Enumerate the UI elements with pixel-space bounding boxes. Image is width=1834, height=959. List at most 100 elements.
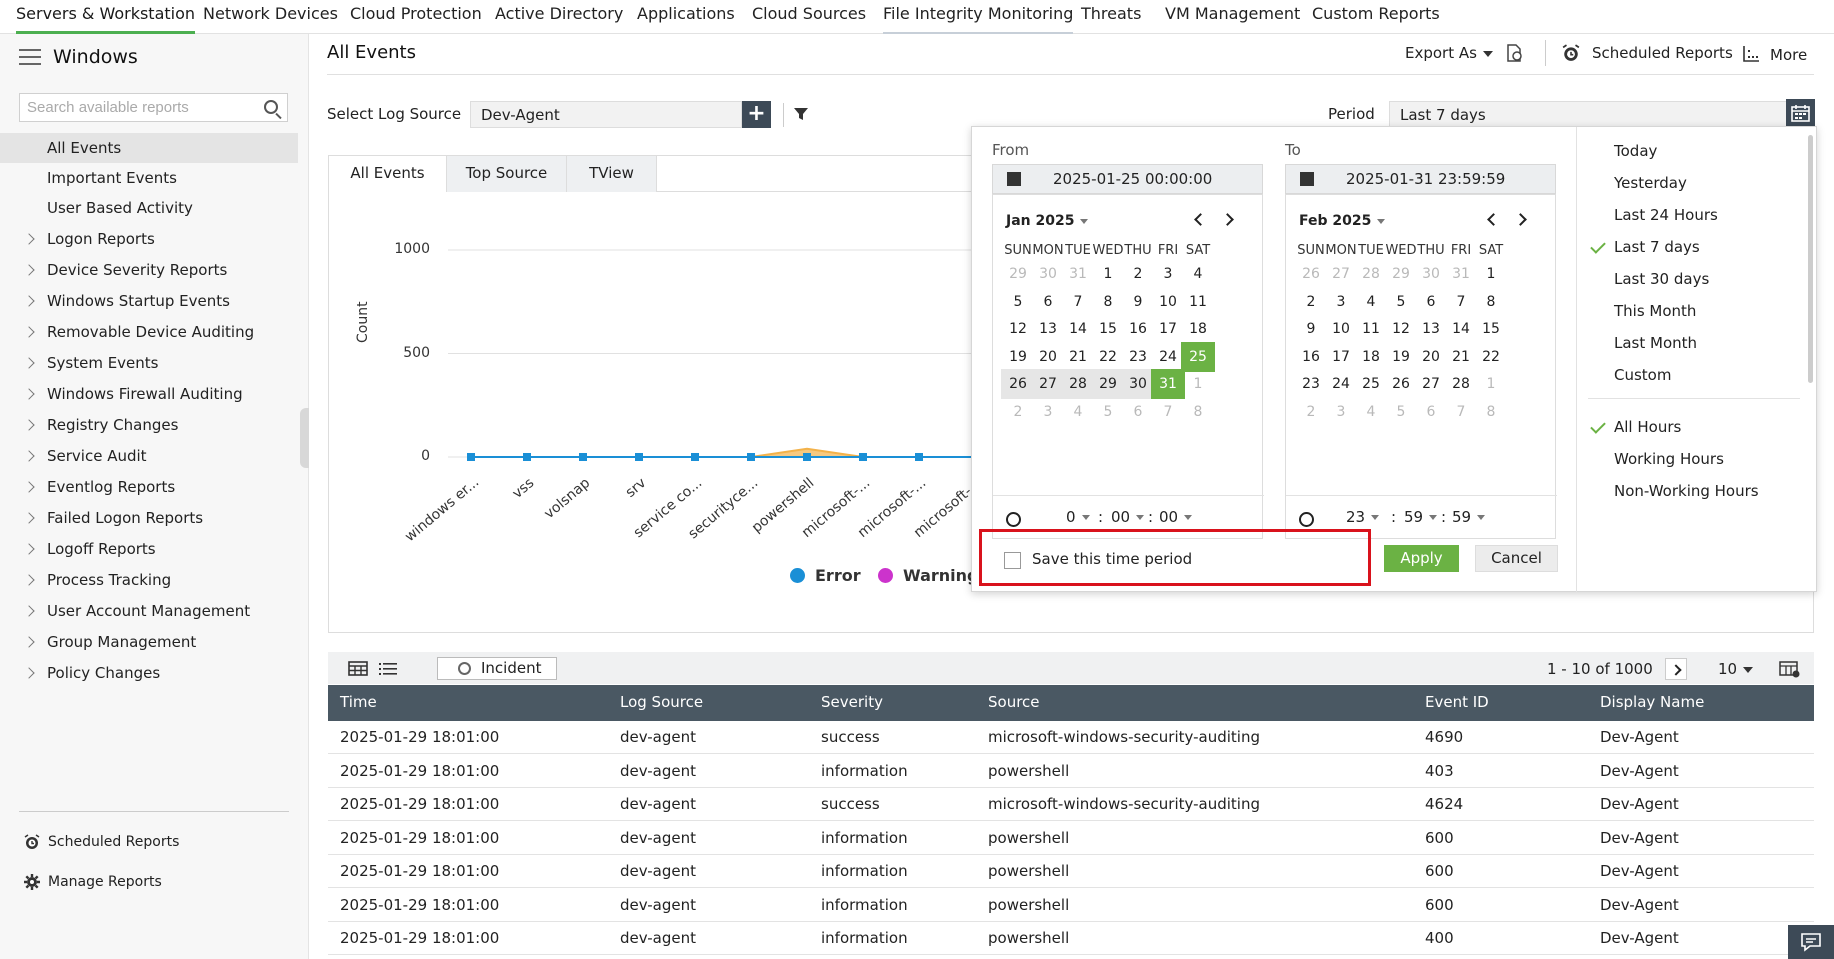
page-size-select[interactable]: 10: [1718, 660, 1754, 678]
preset-scrollbar[interactable]: [1808, 135, 1813, 383]
from-second-select[interactable]: 00: [1159, 508, 1193, 526]
table-row[interactable]: 2025-01-29 18:01:00 dev-agent success micro…: [328, 721, 1814, 754]
calendar-day[interactable]: 3: [1324, 287, 1358, 317]
chat-button[interactable]: [1788, 925, 1834, 959]
calendar-day[interactable]: 29: [1384, 259, 1418, 289]
calendar-day[interactable]: 6: [1414, 397, 1448, 427]
table-row[interactable]: 2025-01-29 18:01:00 dev-agent information p…: [328, 889, 1814, 922]
calendar-day[interactable]: 31: [1061, 259, 1095, 289]
calendar-day[interactable]: 27: [1414, 369, 1448, 399]
calendar-day[interactable]: 12: [1001, 314, 1035, 344]
hour-filter-all-hours[interactable]: All Hours: [1614, 418, 1681, 436]
table-row[interactable]: 2025-01-29 18:01:00 dev-agent success micro…: [328, 788, 1814, 821]
preset-custom[interactable]: Custom: [1614, 366, 1671, 384]
calendar-day[interactable]: 28: [1444, 369, 1478, 399]
calendar-day[interactable]: 26: [1294, 259, 1328, 289]
calendar-day[interactable]: 5: [1384, 397, 1418, 427]
calendar-day[interactable]: 29: [1001, 259, 1035, 289]
calendar-day[interactable]: 28: [1354, 259, 1388, 289]
col-source[interactable]: Source: [988, 693, 1040, 711]
from-hour-select[interactable]: 0: [1066, 508, 1090, 526]
calendar-day[interactable]: 20: [1414, 342, 1448, 372]
calendar-day[interactable]: 30: [1031, 259, 1065, 289]
calendar-day[interactable]: 7: [1061, 287, 1095, 317]
calendar-day[interactable]: 1: [1474, 369, 1508, 399]
col-event-id[interactable]: Event ID: [1425, 693, 1489, 711]
calendar-day[interactable]: 17: [1324, 342, 1358, 372]
preset-today[interactable]: Today: [1614, 142, 1657, 160]
to-month-select[interactable]: Feb 2025: [1299, 213, 1386, 229]
calendar-day[interactable]: 2: [1294, 287, 1328, 317]
calendar-day[interactable]: 11: [1181, 287, 1215, 317]
calendar-day[interactable]: 2: [1121, 259, 1155, 289]
calendar-day[interactable]: 28: [1061, 369, 1095, 399]
next-month-icon[interactable]: [1221, 213, 1234, 226]
calendar-day[interactable]: 16: [1121, 314, 1155, 344]
calendar-day[interactable]: 9: [1294, 314, 1328, 344]
calendar-day[interactable]: 6: [1121, 397, 1155, 427]
calendar-day[interactable]: 16: [1294, 342, 1328, 372]
prev-month-icon[interactable]: [1487, 213, 1500, 226]
calendar-day[interactable]: 7: [1444, 397, 1478, 427]
calendar-day[interactable]: 8: [1091, 287, 1125, 317]
calendar-day[interactable]: 22: [1474, 342, 1508, 372]
next-page-button[interactable]: [1665, 658, 1687, 680]
calendar-day[interactable]: 9: [1121, 287, 1155, 317]
calendar-day[interactable]: 2: [1001, 397, 1035, 427]
calendar-day[interactable]: 30: [1121, 369, 1155, 399]
col-display-name[interactable]: Display Name: [1600, 693, 1704, 711]
calendar-day[interactable]: 15: [1474, 314, 1508, 344]
calendar-day[interactable]: 30: [1414, 259, 1448, 289]
calendar-day[interactable]: 3: [1324, 397, 1358, 427]
to-hour-select[interactable]: 23: [1346, 508, 1380, 526]
calendar-day[interactable]: 14: [1444, 314, 1478, 344]
data-point[interactable]: [579, 453, 587, 461]
cancel-button[interactable]: Cancel: [1475, 545, 1558, 572]
hour-filter-working-hours[interactable]: Working Hours: [1614, 450, 1724, 468]
calendar-day[interactable]: 24: [1324, 369, 1358, 399]
calendar-day[interactable]: 4: [1181, 259, 1215, 289]
calendar-day[interactable]: 8: [1474, 287, 1508, 317]
calendar-day[interactable]: 17: [1151, 314, 1185, 344]
calendar-day[interactable]: 19: [1384, 342, 1418, 372]
calendar-day[interactable]: 20: [1031, 342, 1065, 372]
to-minute-select[interactable]: 59: [1404, 508, 1438, 526]
calendar-day[interactable]: 12: [1384, 314, 1418, 344]
calendar-day[interactable]: 18: [1354, 342, 1388, 372]
calendar-day[interactable]: 1: [1474, 259, 1508, 289]
legend-warning[interactable]: Warning: [878, 566, 978, 585]
calendar-day[interactable]: 24: [1151, 342, 1185, 372]
calendar-day[interactable]: 14: [1061, 314, 1095, 344]
table-row[interactable]: 2025-01-29 18:01:00 dev-agent information p…: [328, 922, 1814, 955]
calendar-day[interactable]: 22: [1091, 342, 1125, 372]
calendar-day[interactable]: 8: [1474, 397, 1508, 427]
calendar-day[interactable]: 25: [1354, 369, 1388, 399]
col-time[interactable]: Time: [340, 693, 377, 711]
calendar-day[interactable]: 1: [1181, 369, 1215, 399]
calendar-day[interactable]: 10: [1151, 287, 1185, 317]
calendar-day[interactable]: 5: [1384, 287, 1418, 317]
table-row[interactable]: 2025-01-29 18:01:00 dev-agent information p…: [328, 855, 1814, 888]
calendar-day[interactable]: 1: [1091, 259, 1125, 289]
legend-error[interactable]: Error: [790, 566, 861, 585]
calendar-day[interactable]: 25: [1181, 341, 1215, 372]
calendar-day[interactable]: 5: [1001, 287, 1035, 317]
from-date-input[interactable]: 2025-01-25 00:00:00: [992, 164, 1263, 194]
table-row[interactable]: 2025-01-29 18:01:00 dev-agent information p…: [328, 755, 1814, 788]
prev-month-icon[interactable]: [1194, 213, 1207, 226]
data-point[interactable]: [691, 453, 699, 461]
data-point[interactable]: [635, 453, 643, 461]
incident-button[interactable]: Incident: [437, 657, 557, 680]
preset-this-month[interactable]: This Month: [1614, 302, 1696, 320]
hour-filter-non-working-hours[interactable]: Non-Working Hours: [1614, 482, 1759, 500]
calendar-day[interactable]: 4: [1354, 287, 1388, 317]
calendar-day[interactable]: 3: [1151, 259, 1185, 289]
calendar-day[interactable]: 21: [1061, 342, 1095, 372]
calendar-day[interactable]: 3: [1031, 397, 1065, 427]
data-point[interactable]: [859, 453, 867, 461]
calendar-day[interactable]: 10: [1324, 314, 1358, 344]
calendar-day[interactable]: 2: [1294, 397, 1328, 427]
calendar-day[interactable]: 27: [1324, 259, 1358, 289]
preset-last-month[interactable]: Last Month: [1614, 334, 1697, 352]
to-second-select[interactable]: 59: [1452, 508, 1486, 526]
